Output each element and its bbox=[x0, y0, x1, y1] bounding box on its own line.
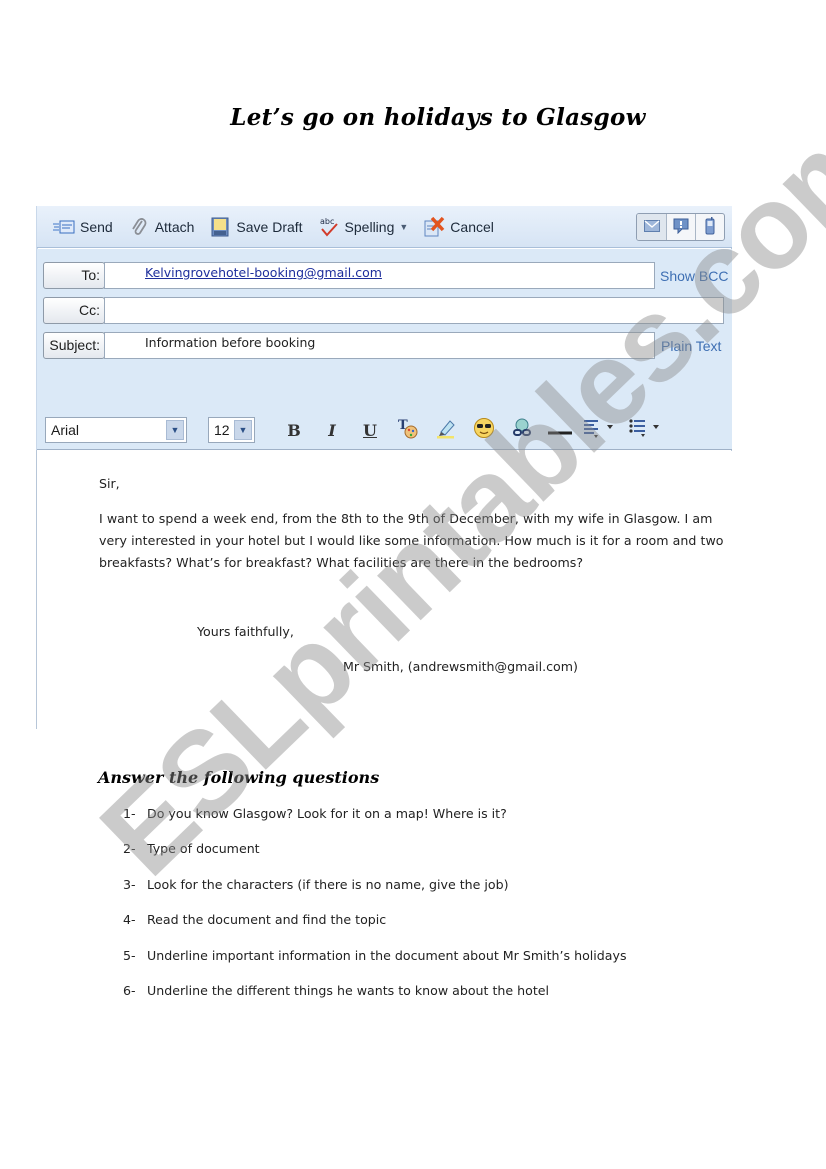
question-item: 2- Type of document bbox=[123, 841, 627, 876]
question-number: 3- bbox=[123, 876, 136, 892]
text-color-button[interactable]: T bbox=[393, 417, 423, 443]
question-item: 4- Read the document and find the topic bbox=[123, 912, 627, 947]
view-mode-toggle bbox=[636, 213, 725, 241]
cancel-label: Cancel bbox=[450, 218, 494, 235]
signature: Mr Smith, (andrewsmith@gmail.com) bbox=[343, 659, 578, 674]
question-item: 5- Underline important information in th… bbox=[123, 948, 627, 983]
formatting-toolbar: Arial ▼ 12 ▼ B I U T bbox=[45, 417, 665, 443]
emoticon-button[interactable] bbox=[469, 417, 499, 443]
align-button[interactable] bbox=[579, 417, 619, 443]
to-input[interactable]: Kelvingrovehotel-booking@gmail.com bbox=[104, 262, 655, 289]
font-size-select[interactable]: 12 ▼ bbox=[208, 417, 255, 443]
save-draft-button[interactable]: Save Draft bbox=[209, 217, 303, 237]
question-number: 6- bbox=[123, 982, 136, 998]
attach-label: Attach bbox=[154, 218, 195, 235]
to-recipient[interactable]: Kelvingrovehotel-booking@gmail.com bbox=[145, 265, 382, 280]
text-color-icon: T bbox=[397, 417, 419, 443]
question-item: 6- Underline the different things he wan… bbox=[123, 983, 627, 1018]
instant-message-button[interactable] bbox=[666, 214, 695, 240]
email-compose-window: Send Attach Save Draft abc Spelling ▼ Ca… bbox=[36, 206, 732, 729]
question-text: Underline the different things he wants … bbox=[147, 982, 550, 998]
show-bcc-link[interactable]: Show BCC bbox=[660, 268, 728, 284]
insert-link-button[interactable] bbox=[507, 417, 537, 443]
question-text: Underline important information in the d… bbox=[147, 947, 627, 963]
question-item: 1- Do you know Glasgow? Look for it on a… bbox=[123, 806, 627, 841]
question-number: 5- bbox=[123, 947, 136, 963]
cancel-icon bbox=[423, 216, 445, 237]
font-family-select[interactable]: Arial ▼ bbox=[45, 417, 187, 443]
save-draft-icon bbox=[209, 217, 231, 237]
question-number: 1- bbox=[123, 806, 136, 821]
highlighter-icon bbox=[435, 417, 457, 443]
mobile-icon bbox=[705, 216, 715, 238]
question-text: Read the document and find the topic bbox=[147, 912, 387, 928]
link-icon bbox=[511, 417, 533, 443]
highlight-button[interactable] bbox=[431, 417, 461, 443]
subject-input[interactable]: Information before booking bbox=[104, 332, 655, 359]
bold-button[interactable]: B bbox=[279, 417, 309, 443]
spelling-label: Spelling bbox=[344, 218, 395, 235]
horizontal-line-icon bbox=[548, 421, 572, 440]
question-item: 3- Look for the characters (if there is … bbox=[123, 877, 627, 912]
paperclip-icon bbox=[128, 217, 150, 237]
plain-text-link[interactable]: Plain Text bbox=[661, 338, 721, 354]
cc-row: Cc: bbox=[43, 297, 724, 324]
spellcheck-icon: abc bbox=[318, 217, 340, 237]
questions-list: 1- Do you know Glasgow? Look for it on a… bbox=[123, 806, 627, 1018]
message-paragraph: I want to spend a week end, from the 8th… bbox=[99, 511, 724, 570]
chevron-down-icon: ▼ bbox=[399, 221, 409, 232]
to-button[interactable]: To: bbox=[43, 262, 105, 289]
compose-toolbar: Send Attach Save Draft abc Spelling ▼ Ca… bbox=[37, 206, 732, 248]
send-icon bbox=[53, 217, 75, 237]
smiley-sunglasses-icon bbox=[473, 417, 495, 443]
subject-button[interactable]: Subject: bbox=[43, 332, 105, 359]
attach-button[interactable]: Attach bbox=[128, 217, 195, 237]
cancel-button[interactable]: Cancel bbox=[423, 216, 494, 237]
questions-title: Answer the following questions bbox=[98, 768, 380, 787]
email-view-button[interactable] bbox=[637, 214, 666, 240]
closing: Yours faithfully, bbox=[197, 624, 294, 639]
save-draft-label: Save Draft bbox=[236, 218, 303, 235]
question-number: 4- bbox=[123, 912, 136, 928]
question-number: 2- bbox=[123, 841, 136, 857]
question-text: Type of document bbox=[147, 841, 260, 857]
question-text: Do you know Glasgow? Look for it on a ma… bbox=[147, 806, 507, 821]
font-family-value: Arial bbox=[51, 422, 80, 438]
message-body[interactable]: Sir, I want to spend a week end, from th… bbox=[37, 451, 732, 729]
cc-input[interactable] bbox=[104, 297, 724, 324]
page-title: Let’s go on holidays to Glasgow bbox=[230, 104, 646, 131]
bullet-list-icon bbox=[628, 417, 662, 443]
svg-text:abc: abc bbox=[320, 217, 334, 226]
chevron-down-icon: ▼ bbox=[234, 420, 252, 440]
align-icon bbox=[582, 417, 616, 443]
send-label: Send bbox=[80, 218, 113, 235]
italic-button[interactable]: I bbox=[317, 417, 347, 443]
message-icon bbox=[673, 218, 689, 237]
envelope-icon bbox=[643, 219, 660, 235]
mobile-message-button[interactable] bbox=[695, 214, 724, 240]
list-button[interactable] bbox=[625, 417, 665, 443]
spelling-button[interactable]: abc Spelling ▼ bbox=[318, 217, 409, 237]
message-header: To: Kelvingrovehotel-booking@gmail.com S… bbox=[37, 249, 732, 476]
cc-button[interactable]: Cc: bbox=[43, 297, 105, 324]
horizontal-rule-button[interactable] bbox=[545, 417, 575, 443]
question-text: Look for the characters (if there is no … bbox=[147, 876, 509, 892]
font-size-value: 12 bbox=[214, 422, 230, 438]
to-row: To: Kelvingrovehotel-booking@gmail.com bbox=[43, 262, 655, 289]
underline-button[interactable]: U bbox=[355, 417, 385, 443]
greeting: Sir, bbox=[99, 476, 120, 491]
subject-row: Subject: Information before booking bbox=[43, 332, 655, 359]
send-button[interactable]: Send bbox=[53, 217, 113, 237]
chevron-down-icon: ▼ bbox=[166, 420, 184, 440]
